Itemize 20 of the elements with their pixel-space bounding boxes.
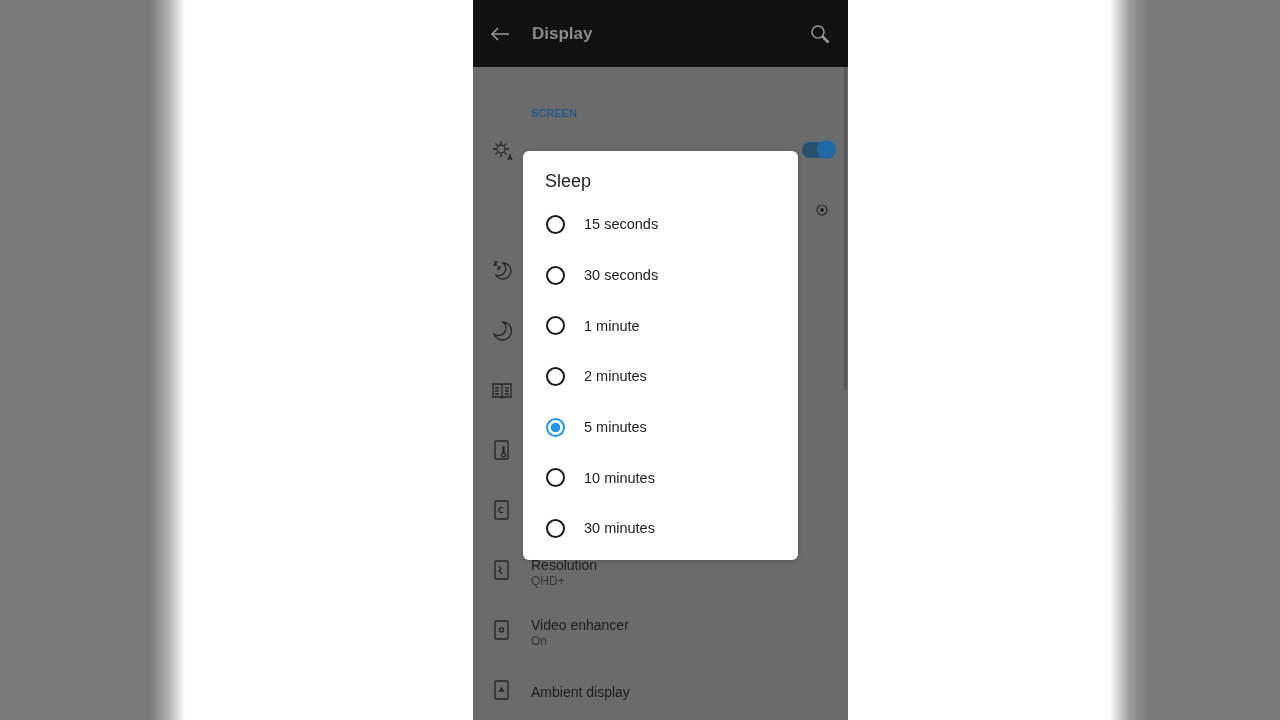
radio-option[interactable]: 1 minute [523,300,798,352]
setting-title: Resolution [531,556,599,573]
radio-option[interactable]: 10 minutes [523,452,798,504]
radio-option[interactable]: 30 seconds [523,249,798,301]
moon-sleep-icon [491,259,513,281]
dot-circle-icon [816,204,828,216]
dialog-title: Sleep [544,170,593,193]
setting-title: Ambient display [531,684,631,700]
toggle-switch[interactable] [802,142,834,158]
brightness-icon [491,139,513,161]
setting-title: Video enhancer [531,616,630,633]
radio-option[interactable]: 5 minutes [523,401,798,453]
back-arrow-icon[interactable] [490,26,510,41]
radio-option[interactable]: 15 seconds [523,199,798,250]
radio-option[interactable]: 30 minutes [523,503,798,554]
screen-title: Display [532,23,594,44]
search-icon[interactable] [810,23,830,44]
radio-option[interactable]: 2 minutes [523,351,798,402]
section-header: SCREEN [530,106,578,120]
moon-icon [491,319,513,341]
